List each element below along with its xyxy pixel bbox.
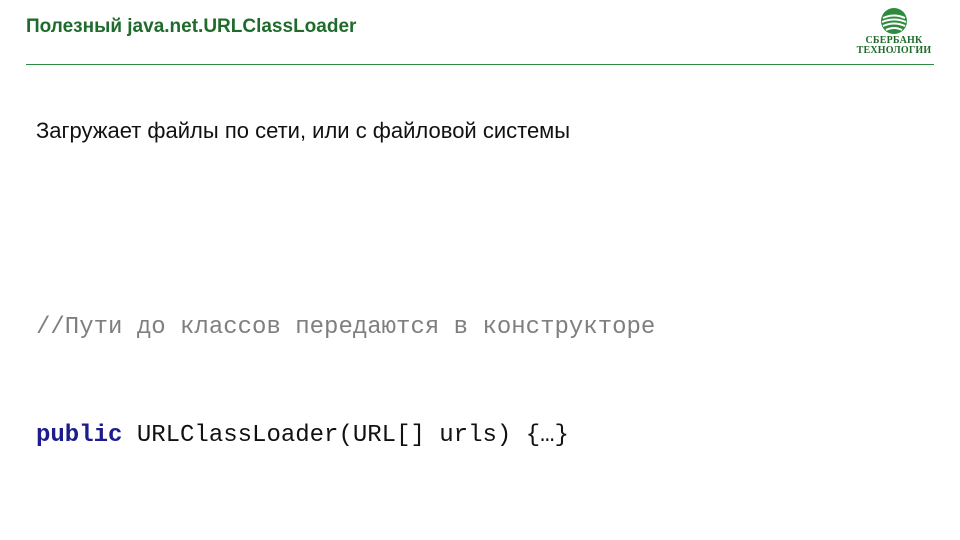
body-text: Загружает файлы по сети, или с файловой …: [36, 118, 571, 143]
code-signature-line: public URLClassLoader(URL[] urls) {…}: [36, 418, 655, 454]
slide-title: Полезный java.net.URLClassLoader: [26, 16, 357, 37]
code-signature: URLClassLoader(URL[] urls) {…}: [122, 422, 569, 449]
code-comment: //Пути до классов передаются в конструкт…: [36, 314, 656, 341]
sberbank-leaf-icon: [852, 6, 936, 36]
title-divider: [26, 64, 934, 65]
code-keyword: public: [36, 422, 123, 449]
logo-text-line2: ТЕХНОЛОГИИ: [856, 45, 932, 56]
company-logo: СБЕРБАНК ТЕХНОЛОГИИ: [852, 6, 936, 62]
code-block: //Пути до классов передаются в конструкт…: [36, 238, 655, 490]
